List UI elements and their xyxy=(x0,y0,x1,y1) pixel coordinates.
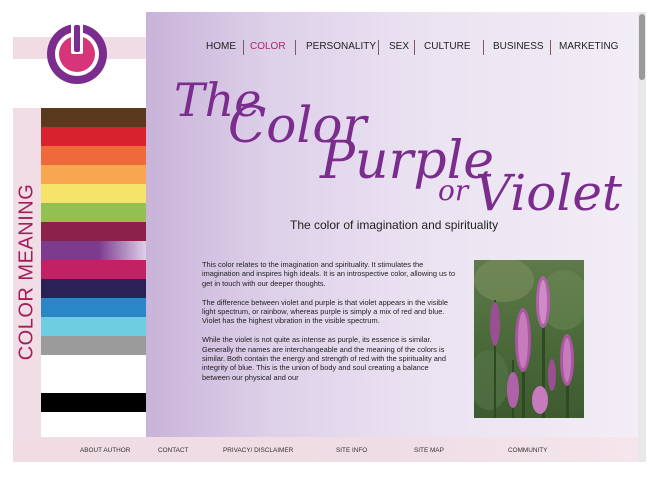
article-body: This color relates to the imagination an… xyxy=(202,260,457,430)
nav-home[interactable]: HOME xyxy=(206,41,236,52)
color-stripe[interactable] xyxy=(41,260,146,279)
article-paragraph: While the violet is not quite as intense… xyxy=(202,335,447,382)
footer-site-info[interactable]: SITE INFO xyxy=(336,447,367,454)
title-violet: Violet xyxy=(475,164,623,222)
nav-culture[interactable]: CULTURE xyxy=(424,41,470,52)
color-stripe[interactable] xyxy=(41,355,146,374)
title-or: or xyxy=(438,174,470,207)
nav-separator xyxy=(378,40,379,55)
scrollbar-thumb[interactable] xyxy=(639,14,645,80)
nav-color[interactable]: COLOR xyxy=(250,41,286,52)
footer-community[interactable]: COMMUNITY xyxy=(508,447,547,454)
color-stripe[interactable] xyxy=(41,222,146,241)
nav-personality[interactable]: PERSONALITY xyxy=(306,41,376,52)
nav-sex[interactable]: SEX xyxy=(389,41,409,52)
footer-contact[interactable]: CONTACT xyxy=(158,447,188,454)
color-stripe[interactable] xyxy=(41,184,146,203)
color-stripe[interactable] xyxy=(41,108,146,127)
nav-separator xyxy=(295,40,296,55)
nav-separator xyxy=(483,40,484,55)
color-stripe[interactable] xyxy=(41,317,146,336)
color-stripe[interactable] xyxy=(41,203,146,222)
main-nav: HOME COLOR PERSONALITY SEX CULTURE BUSIN… xyxy=(146,37,638,59)
color-stripe[interactable] xyxy=(41,241,146,260)
article-paragraph: The difference between violet and purple… xyxy=(202,297,448,326)
nav-business[interactable]: BUSINESS xyxy=(493,41,544,52)
page-subtitle: The color of imagination and spiritualit… xyxy=(290,218,499,232)
flower-photo xyxy=(474,260,584,418)
footer-site-map[interactable]: SITE MAP xyxy=(414,447,444,454)
nav-marketing[interactable]: MARKETING xyxy=(559,41,618,52)
nav-separator xyxy=(550,40,551,55)
page: HOME COLOR PERSONALITY SEX CULTURE BUSIN… xyxy=(0,0,664,478)
power-logo-icon[interactable] xyxy=(37,19,117,89)
color-stripe[interactable] xyxy=(41,127,146,146)
footer-about-author[interactable]: ABOUT AUTHOR xyxy=(80,447,130,454)
color-stripe[interactable] xyxy=(41,374,146,393)
color-stripe[interactable] xyxy=(41,393,146,412)
color-stripe[interactable] xyxy=(41,298,146,317)
nav-separator xyxy=(414,40,415,55)
side-label: COLOR MEANING xyxy=(15,183,38,361)
color-stripe[interactable] xyxy=(41,279,146,298)
nav-separator xyxy=(243,40,244,55)
color-stripe[interactable] xyxy=(41,146,146,165)
footer-privacy-disclaimer[interactable]: PRIVACY/ DISCLAIMER xyxy=(223,447,293,454)
page-title: The Color Purple or Violet xyxy=(174,73,623,222)
article-paragraph: This color relates to the imagination an… xyxy=(202,260,456,288)
color-stripe[interactable] xyxy=(41,336,146,355)
color-stripe[interactable] xyxy=(41,165,146,184)
